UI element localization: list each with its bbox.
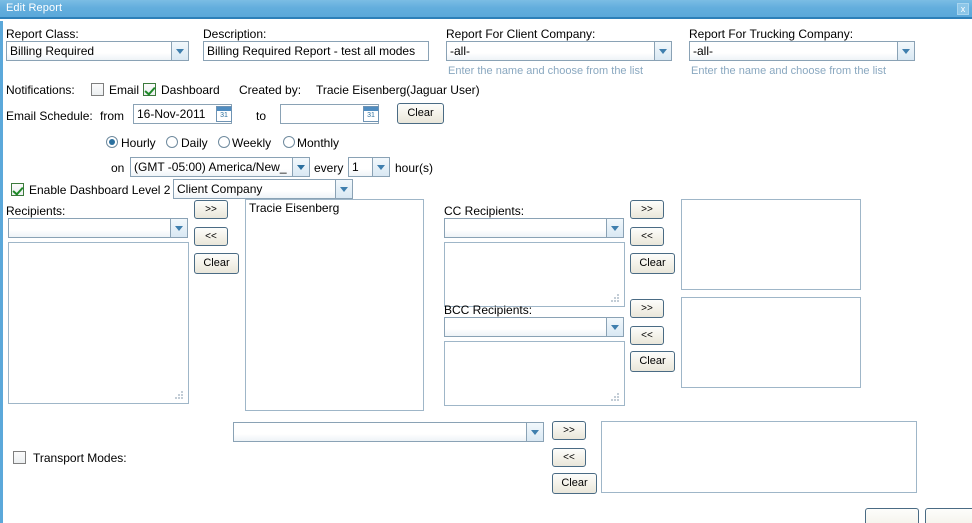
cc-clear-button[interactable]: Clear [630,253,675,274]
timezone-value: (GMT -05:00) America/New_ [134,160,287,174]
edit-report-window: Edit Report x Report Class: Description:… [0,0,972,523]
chevron-down-icon[interactable] [292,158,309,176]
bcc-remove-button[interactable]: << [630,326,664,345]
notifications-email-label: Email [109,83,140,97]
transport-modes-select[interactable] [233,422,544,442]
chevron-down-icon[interactable] [654,42,671,60]
bcc-recipients-select[interactable] [444,317,624,337]
trucking-company-select[interactable]: -all- [689,41,915,61]
notifications-email-checkbox[interactable] [91,83,104,96]
form-content: Report Class: Description: Report For Cl… [0,21,972,523]
frequency-daily-radio[interactable] [166,136,178,148]
schedule-hours-label: hour(s) [395,161,434,175]
window-titlebar: Edit Report x [0,0,972,19]
cc-recipients-label: CC Recipients: [444,204,525,218]
every-interval-value: 1 [352,160,359,174]
recipients-remove-button[interactable]: << [194,227,228,246]
report-class-label: Report Class: [6,27,79,41]
schedule-to-label: to [256,109,267,123]
transport-modes-add-button[interactable]: >> [552,421,586,440]
bcc-recipients-textarea[interactable] [444,341,625,406]
chevron-down-icon[interactable] [171,42,188,60]
every-interval-select[interactable]: 1 [348,157,390,177]
chevron-down-icon[interactable] [335,180,352,198]
recipients-add-button[interactable]: >> [194,200,228,219]
trucking-company-hint: Enter the name and choose from the list [691,65,887,77]
frequency-hourly-radio[interactable] [106,136,118,148]
list-item[interactable]: Tracie Eisenberg [249,201,420,216]
recipients-textarea[interactable] [8,242,189,404]
dashboard-grouping-value: Client Company [177,182,263,196]
client-company-label: Report For Client Company: [446,27,596,41]
trucking-company-value: -all- [693,44,713,58]
frequency-hourly-label: Hourly [121,136,156,150]
created-by-label: Created by: [239,83,302,97]
notifications-dashboard-checkbox[interactable] [143,83,156,96]
bcc-selected-list[interactable] [681,297,861,388]
cc-selected-list[interactable] [681,199,861,290]
calendar-icon-to[interactable]: 31 [363,106,379,122]
cc-add-button[interactable]: >> [630,200,664,219]
recipients-label: Recipients: [6,204,66,218]
dashboard-level2-checkbox[interactable] [11,183,24,196]
schedule-clear-button[interactable]: Clear [397,103,444,124]
created-by-value: Tracie Eisenberg(Jaguar User) [316,83,480,97]
bcc-clear-button[interactable]: Clear [630,351,675,372]
cc-recipients-select[interactable] [444,218,624,238]
notifications-label: Notifications: [6,83,75,97]
calendar-icon-from[interactable]: 31 [216,106,232,122]
frequency-weekly-label: Weekly [232,136,272,150]
chevron-down-icon[interactable] [897,42,914,60]
transport-modes-checkbox[interactable] [13,451,26,464]
cc-recipients-textarea[interactable] [444,242,625,307]
schedule-every-label: every [314,161,344,175]
recipients-select[interactable] [8,218,188,238]
bcc-add-button[interactable]: >> [630,299,664,318]
footer-primary-button[interactable] [865,508,919,523]
description-label: Description: [203,27,267,41]
timezone-select[interactable]: (GMT -05:00) America/New_ [130,157,310,177]
frequency-weekly-radio[interactable] [218,136,230,148]
close-icon[interactable]: x [957,3,969,15]
recipients-clear-button[interactable]: Clear [194,253,239,274]
client-company-select[interactable]: -all- [446,41,672,61]
dashboard-level2-label: Enable Dashboard Level 2 [29,183,171,197]
schedule-from-label: from [100,109,124,123]
description-input[interactable] [203,41,429,61]
chevron-down-icon[interactable] [170,219,187,237]
chevron-down-icon[interactable] [606,318,623,336]
email-schedule-label: Email Schedule: [6,109,93,123]
report-class-value: Billing Required [10,44,95,58]
trucking-company-label: Report For Trucking Company: [689,27,854,41]
transport-modes-clear-button[interactable]: Clear [552,473,597,494]
report-class-select[interactable]: Billing Required [6,41,189,61]
frequency-monthly-label: Monthly [297,136,340,150]
client-company-value: -all- [450,44,470,58]
transport-modes-label: Transport Modes: [33,451,127,465]
frequency-daily-label: Daily [181,136,208,150]
transport-modes-selected-list[interactable] [601,421,917,493]
recipients-selected-list[interactable]: Tracie Eisenberg [245,199,424,411]
chevron-down-icon[interactable] [372,158,389,176]
frequency-monthly-radio[interactable] [283,136,295,148]
notifications-dashboard-label: Dashboard [161,83,220,97]
schedule-on-label: on [111,161,125,175]
client-company-hint: Enter the name and choose from the list [448,65,644,77]
chevron-down-icon[interactable] [526,423,543,441]
chevron-down-icon[interactable] [606,219,623,237]
transport-modes-remove-button[interactable]: << [552,448,586,467]
footer-secondary-button[interactable] [925,508,972,523]
window-title: Edit Report [6,2,63,14]
dashboard-grouping-select[interactable]: Client Company [173,179,353,199]
cc-remove-button[interactable]: << [630,227,664,246]
bcc-recipients-label: BCC Recipients: [444,303,533,317]
